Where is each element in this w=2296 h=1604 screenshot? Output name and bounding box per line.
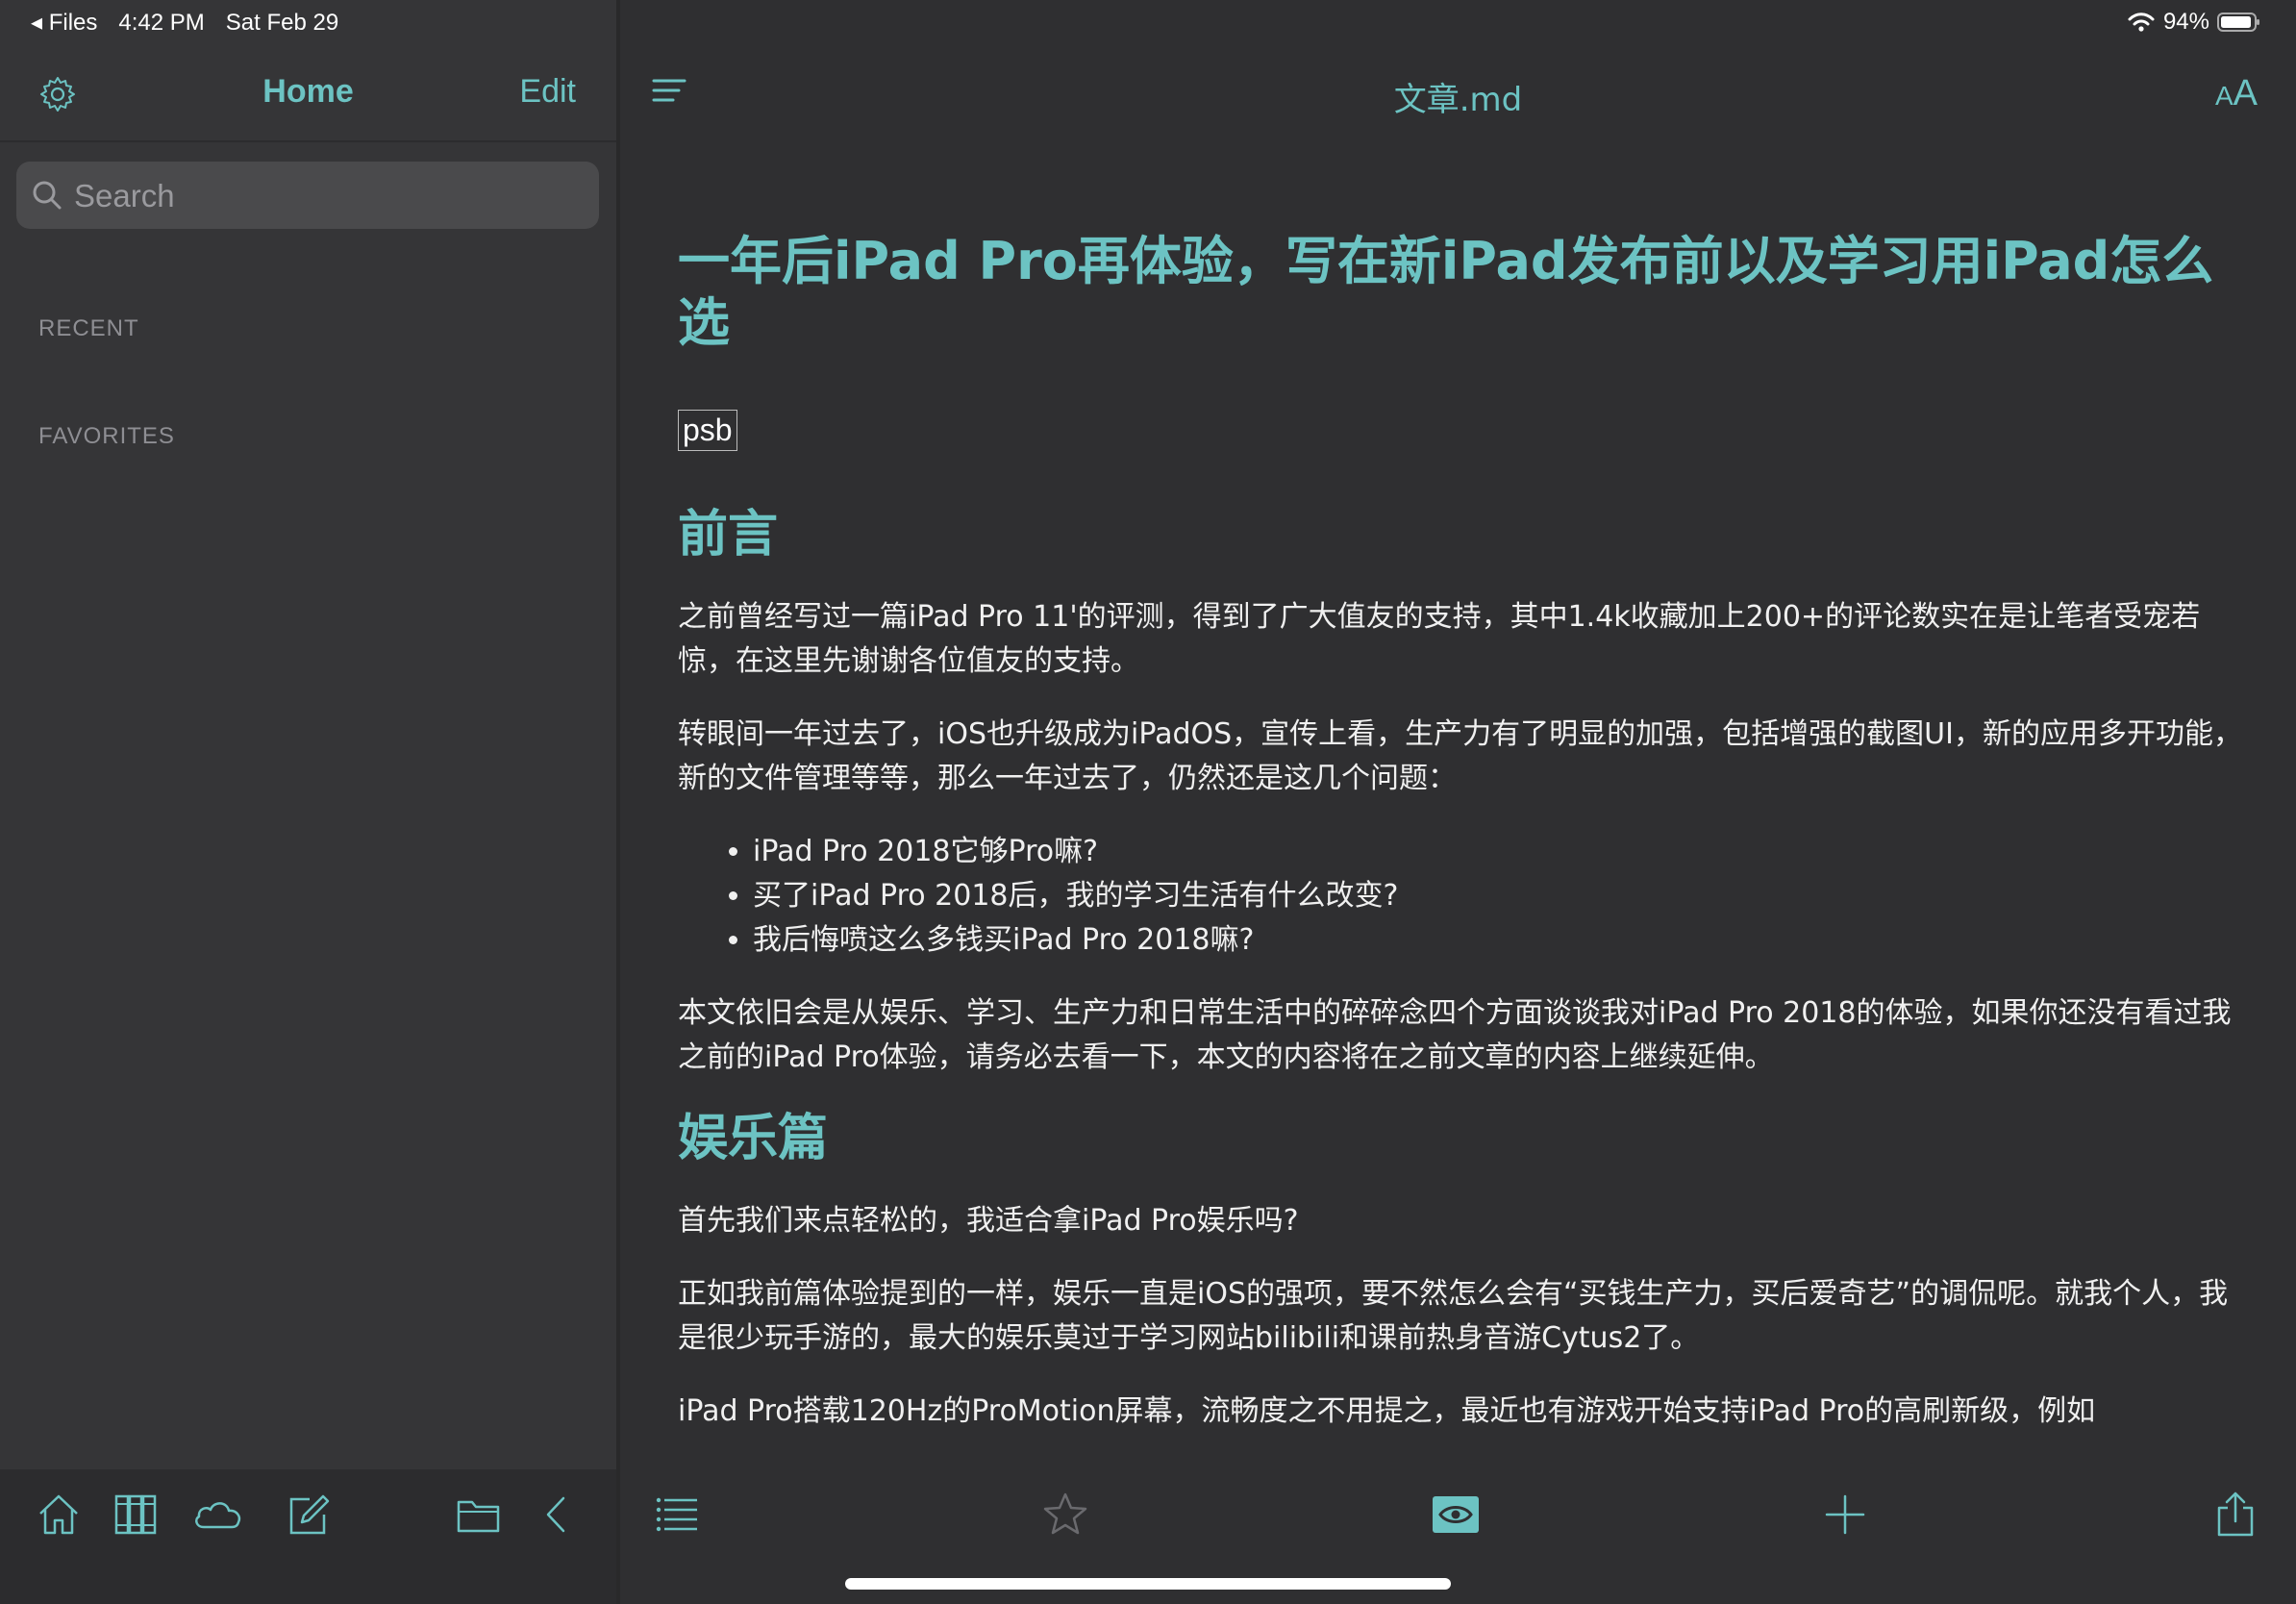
paragraph: 本文依旧会是从娱乐、学习、生产力和日常生活中的碎碎念四个方面谈谈我对iPad P…	[678, 996, 2232, 1074]
section-heading-intro: 前言	[678, 506, 779, 564]
folder-icon[interactable]	[454, 1491, 504, 1539]
font-size-small-label: A	[2214, 81, 2234, 111]
sidebar-divider	[0, 140, 616, 142]
favorite-star-icon[interactable]	[1041, 1491, 1089, 1539]
outline-icon[interactable]	[653, 1491, 701, 1539]
compose-icon[interactable]	[285, 1491, 333, 1539]
home-indicator[interactable]	[845, 1578, 1451, 1590]
document-title: 文章.md	[1393, 81, 1523, 119]
paragraph: iPad Pro搭载120Hz的ProMotion屏幕，流畅度之不用提之，最近也…	[678, 1394, 2096, 1428]
article-preview: 一年后iPad Pro再体验，写在新iPad发布前以及学习用iPad怎么选 ps…	[678, 231, 2255, 1469]
section-heading-entertainment: 娱乐篇	[678, 1110, 829, 1167]
section-recent[interactable]: RECENT	[38, 315, 139, 342]
list-item: 我后悔喷这么多钱买iPad Pro 2018嘛?	[753, 918, 2255, 963]
home-icon[interactable]	[35, 1491, 83, 1539]
article-title: 一年后iPad Pro再体验，写在新iPad发布前以及学习用iPad怎么选	[678, 231, 2214, 353]
section-favorites[interactable]: FAVORITES	[38, 423, 175, 450]
edit-button[interactable]: Edit	[519, 73, 576, 111]
bullet-list: iPad Pro 2018它够Pro嘛? 买了iPad Pro 2018后，我的…	[678, 830, 2255, 963]
library-icon[interactable]	[112, 1491, 161, 1539]
search-field[interactable]	[16, 162, 599, 231]
paragraph: 首先我们来点轻松的，我适合拿iPad Pro娱乐吗?	[678, 1204, 1299, 1238]
status-bar: ◂ Files 4:42 PM Sat Feb 29 94%	[0, 0, 2296, 44]
editor-pane: 文章.md AA 一年后iPad Pro再体验，写在新iPad发布前以及学习用i…	[620, 0, 2296, 1604]
sidebar: Home Edit RECENT FAVORITES	[0, 0, 616, 1604]
cloud-icon[interactable]	[190, 1491, 246, 1539]
font-size-button[interactable]: AA	[2215, 73, 2258, 114]
share-icon[interactable]	[2211, 1491, 2259, 1539]
collapse-chevron-icon[interactable]	[537, 1491, 575, 1539]
broken-image-placeholder: psb	[678, 410, 737, 451]
search-icon	[33, 181, 62, 210]
search-input[interactable]	[72, 162, 586, 231]
list-item: 买了iPad Pro 2018后，我的学习生活有什么改变?	[753, 874, 2255, 918]
status-time: 4:42 PM	[118, 9, 205, 36]
sidebar-header: Home Edit	[0, 62, 616, 127]
back-to-files-link[interactable]: ◂ Files	[31, 9, 97, 37]
font-size-big-label: A	[2233, 73, 2258, 113]
wifi-icon	[2128, 13, 2155, 32]
list-item: iPad Pro 2018它够Pro嘛?	[753, 830, 2255, 874]
preview-eye-icon[interactable]	[1431, 1491, 1481, 1539]
paragraph: 之前曾经写过一篇iPad Pro 11'的评测，得到了广大值友的支持，其中1.4…	[678, 600, 2201, 678]
paragraph: 正如我前篇体验提到的一样，娱乐一直是iOS的强项，要不然怎么会有“买钱生产力，买…	[678, 1277, 2229, 1355]
sidebar-toolbar	[0, 1469, 616, 1604]
paragraph: 转眼间一年过去了，iOS也升级成为iPadOS，宣传上看，生产力有了明显的加强，…	[678, 717, 2242, 795]
status-date: Sat Feb 29	[225, 9, 339, 36]
add-icon[interactable]	[1821, 1491, 1869, 1539]
battery-percent: 94%	[2162, 9, 2209, 35]
battery-icon	[2217, 13, 2259, 32]
